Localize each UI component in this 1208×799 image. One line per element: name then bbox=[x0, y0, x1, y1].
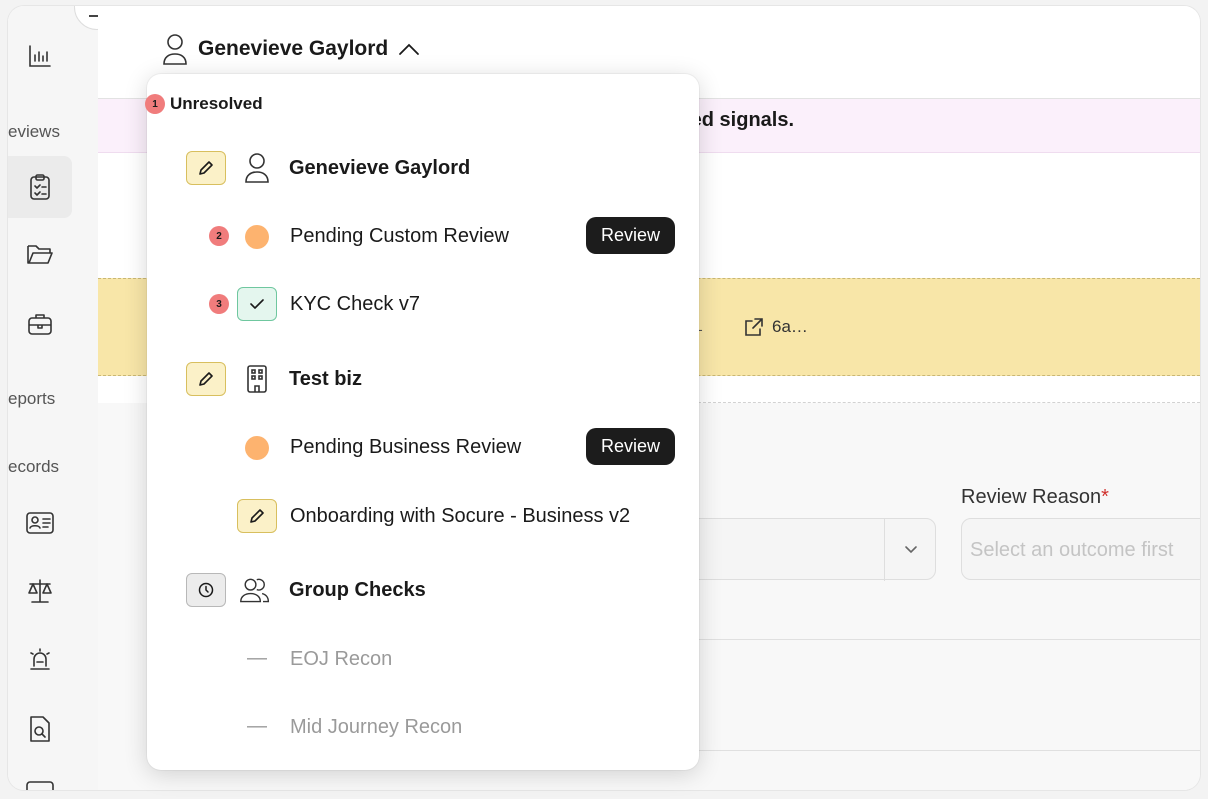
users-icon bbox=[239, 574, 271, 606]
id-card-icon[interactable] bbox=[20, 503, 60, 543]
folder-icon[interactable] bbox=[20, 234, 60, 274]
dropdown-item-onboarding[interactable]: Onboarding with Socure - Business v2 bbox=[147, 496, 699, 536]
dropdown-item-label: EOJ Recon bbox=[290, 648, 393, 670]
dropdown-item-label: Genevieve Gaylord bbox=[289, 157, 471, 179]
dropdown-item-label: Group Checks bbox=[289, 579, 426, 601]
entity-dropdown-menu: 1 Unresolved Genevieve Gaylord 2 Pending… bbox=[145, 74, 699, 770]
table-icon[interactable] bbox=[20, 770, 60, 790]
external-link-text: 6a… bbox=[772, 317, 808, 336]
user-icon bbox=[163, 34, 187, 65]
divider bbox=[698, 402, 1200, 403]
review-reason-placeholder: Select an outcome first bbox=[970, 539, 1174, 561]
clock-icon bbox=[186, 573, 226, 607]
chevron-up-icon bbox=[399, 43, 420, 55]
analytics-icon[interactable] bbox=[20, 36, 60, 76]
dropdown-item-label: KYC Check v7 bbox=[290, 293, 421, 315]
sidebar-section-reviews: eviews bbox=[8, 122, 60, 141]
pencil-icon[interactable] bbox=[237, 499, 277, 533]
divider bbox=[698, 750, 1200, 751]
review-button[interactable]: Review bbox=[586, 428, 675, 465]
pencil-icon[interactable] bbox=[186, 362, 226, 396]
dropdown-item-person[interactable]: Genevieve Gaylord bbox=[147, 148, 699, 188]
clipboard-check-icon bbox=[30, 174, 50, 200]
sidebar-section-reports: eports bbox=[8, 389, 56, 408]
step-badge: 1 bbox=[145, 94, 165, 114]
building-icon bbox=[241, 363, 273, 395]
dropdown-item-label: Test biz bbox=[289, 368, 362, 390]
scales-icon[interactable] bbox=[20, 571, 60, 611]
dropdown-item-business[interactable]: Test biz bbox=[147, 359, 699, 399]
dropdown-item-kyc-check[interactable]: 3 KYC Check v7 bbox=[147, 284, 699, 324]
dropdown-item-label: Pending Custom Review bbox=[290, 225, 509, 247]
step-badge: 2 bbox=[209, 226, 229, 246]
sidebar-item-reviews[interactable] bbox=[8, 156, 72, 218]
dropdown-item-mid-journey-recon[interactable]: — Mid Journey Recon bbox=[147, 707, 699, 747]
dropdown-item-label: Mid Journey Recon bbox=[290, 716, 463, 738]
review-reason-select[interactable]: Select an outcome first bbox=[961, 518, 1200, 580]
section-label: Unresolved bbox=[170, 94, 263, 113]
sidebar-section-records: ecords bbox=[8, 457, 60, 476]
dropdown-item-label: Pending Business Review bbox=[290, 436, 522, 458]
user-icon bbox=[241, 152, 273, 184]
review-button[interactable]: Review bbox=[586, 217, 675, 254]
dropdown-item-label: Onboarding with Socure - Business v2 bbox=[290, 505, 631, 527]
skipped-dash-icon: — bbox=[247, 715, 267, 737]
page-title: Genevieve Gaylord bbox=[198, 37, 389, 60]
document-search-icon[interactable] bbox=[20, 709, 60, 749]
step-badge: 3 bbox=[209, 294, 229, 314]
entity-switcher[interactable]: Genevieve Gaylord bbox=[162, 32, 420, 66]
pending-status-dot bbox=[245, 225, 269, 249]
signals-banner-text: ted signals. bbox=[684, 109, 795, 131]
briefcase-icon[interactable] bbox=[20, 304, 60, 344]
siren-icon[interactable] bbox=[20, 640, 60, 680]
check-icon bbox=[237, 287, 277, 321]
dropdown-item-eoj-recon[interactable]: — EOJ Recon bbox=[147, 639, 699, 679]
chevron-down-icon bbox=[905, 546, 917, 554]
sidebar: eviews eports ecords bbox=[8, 6, 120, 790]
pending-status-dot bbox=[245, 436, 269, 460]
review-reason-label: Review Reason* bbox=[961, 486, 1109, 508]
pencil-icon[interactable] bbox=[186, 151, 226, 185]
dropdown-item-pending-custom-review[interactable]: 2 Pending Custom Review Review bbox=[147, 216, 699, 256]
skipped-dash-icon: — bbox=[247, 647, 267, 669]
select-separator bbox=[884, 519, 885, 581]
section-header-unresolved: 1 Unresolved bbox=[145, 94, 263, 114]
divider bbox=[698, 639, 1200, 640]
external-link-icon bbox=[745, 318, 763, 336]
external-link[interactable]: 6a… bbox=[744, 317, 808, 337]
dropdown-item-pending-business-review[interactable]: Pending Business Review Review bbox=[147, 427, 699, 467]
dropdown-item-group-checks[interactable]: Group Checks bbox=[147, 570, 699, 610]
